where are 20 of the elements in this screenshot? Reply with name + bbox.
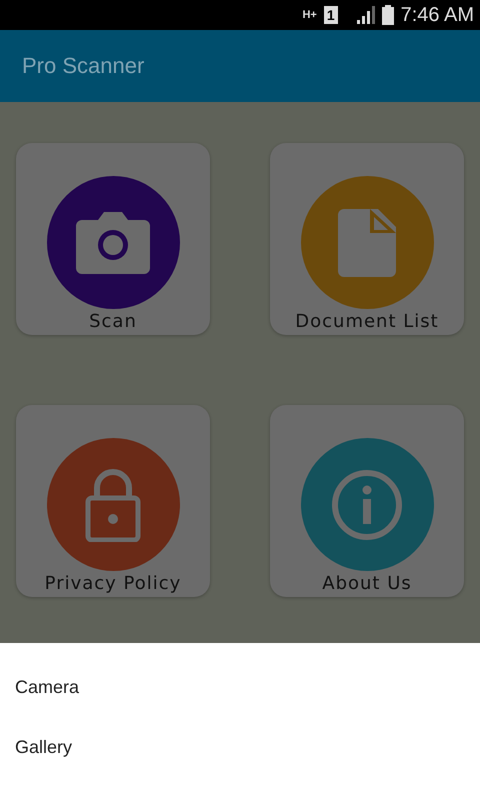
document-icon: [338, 208, 396, 276]
menu-tile[interactable]: Privacy Policy: [16, 405, 210, 597]
tile-label: Privacy Policy: [44, 573, 182, 594]
sim-indicator: 1: [324, 6, 338, 24]
tile-label: Document List: [295, 311, 439, 332]
signal-icon: [354, 6, 375, 24]
menu-tile[interactable]: Document List: [270, 143, 464, 335]
sheet-option[interactable]: Gallery: [0, 717, 480, 777]
tile-label: About Us: [322, 573, 412, 594]
lock-icon: [85, 468, 141, 542]
info-icon: [331, 468, 403, 540]
battery-icon: [382, 5, 394, 25]
clock: 7:46 AM: [400, 4, 474, 26]
camera-icon: [76, 212, 150, 274]
menu-tile[interactable]: Scan: [16, 143, 210, 335]
app-title: Pro Scanner: [22, 53, 144, 79]
sheet-option[interactable]: Camera: [0, 657, 480, 717]
tile-label: Scan: [89, 311, 137, 332]
network-type: H+: [302, 9, 317, 21]
menu-tile[interactable]: About Us: [270, 405, 464, 597]
